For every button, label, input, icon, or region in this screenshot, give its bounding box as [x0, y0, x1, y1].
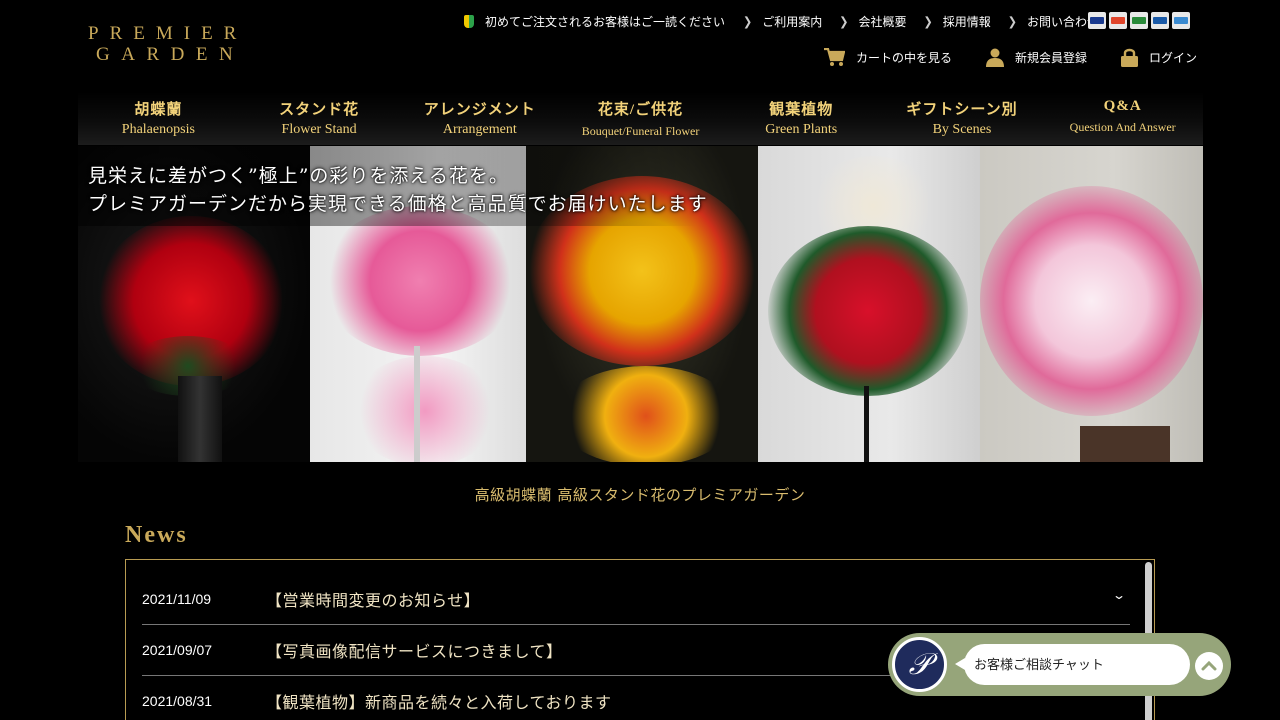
visa-card-mark — [1090, 17, 1104, 24]
chat-label[interactable]: お客様ご相談チャット — [955, 644, 1190, 685]
nav-green-plants[interactable]: 観葉植物 Green Plants — [721, 92, 882, 145]
cart-link[interactable]: カートの中を見る — [824, 47, 953, 67]
login-link[interactable]: ログイン — [1121, 47, 1197, 67]
diners-card-mark — [1153, 17, 1167, 24]
hero-copy-line1: 見栄えに差がつく”極上”の彩りを添える花を。 — [88, 165, 509, 187]
chevron-right-icon: ❯ — [923, 15, 933, 29]
nav-flower-stand[interactable]: スタンド花 Flower Stand — [239, 92, 400, 145]
chat-widget[interactable]: 𝒫 お客様ご相談チャット — [888, 633, 1231, 696]
contact-link[interactable]: ❯ お問い合わせ — [1008, 13, 1099, 30]
nav-label-jp: アレンジメント — [423, 102, 536, 118]
logo-line2: GARDEN — [96, 44, 245, 65]
jcb-card-icon — [1130, 12, 1148, 29]
chevron-right-icon: ❯ — [839, 15, 849, 29]
cart-link-label: カートの中を見る — [856, 50, 953, 65]
red-pampas-stand-image — [758, 146, 980, 462]
mastercard-card-mark — [1111, 17, 1125, 24]
login-link-label: ログイン — [1149, 50, 1198, 65]
guide-link-label: ご利用案内 — [762, 15, 823, 29]
payment-cards — [1088, 12, 1190, 29]
lock-icon — [1121, 48, 1139, 67]
hero-banner[interactable]: 見栄えに差がつく”極上”の彩りを添える花を。 プレミアガーデンだから実現できる価… — [78, 146, 1203, 462]
white-phalaenopsis-image — [980, 146, 1203, 462]
amex-card-mark — [1174, 17, 1188, 24]
cart-icon — [824, 47, 845, 66]
nav-bouquet[interactable]: 花束/ご供花 Bouquet/Funeral Flower — [560, 92, 721, 145]
top-utility-links: 初めてご注文されるお客様はご一読ください ❯ ご利用案内 ❯ 会社概要 ❯ 採用情報 … — [464, 13, 1116, 30]
register-link-label: 新規会員登録 — [1015, 50, 1088, 65]
nav-label-en: Phalaenopsis — [121, 122, 195, 137]
nav-label-jp: 花束/ご供花 — [597, 102, 684, 118]
nav-label-jp: 胡蝶蘭 — [134, 102, 183, 118]
main-nav: 胡蝶蘭 Phalaenopsis スタンド花 Flower Stand アレンジ… — [78, 92, 1203, 145]
nav-phalaenopsis[interactable]: 胡蝶蘭 Phalaenopsis — [78, 92, 239, 145]
chat-logo-icon: 𝒫 — [892, 637, 947, 692]
nav-label-en: Bouquet/Funeral Flower — [581, 124, 700, 138]
chevron-up-glyph — [1201, 661, 1217, 671]
nav-label-jp: ギフトシーン別 — [906, 102, 1018, 118]
chevron-up-icon[interactable] — [1195, 652, 1223, 680]
news-headline: 【観葉植物】新商品を続々と入荷しております — [266, 695, 612, 712]
beginner-guide-link[interactable]: 初めてご注文されるお客様はご一読ください — [464, 13, 725, 30]
recruit-link-label: 採用情報 — [942, 15, 991, 29]
diners-card-icon — [1151, 12, 1169, 29]
news-date: 2021/09/07 — [142, 642, 213, 658]
news-date: 2021/08/31 — [142, 693, 213, 709]
recruit-link[interactable]: ❯ 採用情報 — [923, 13, 990, 30]
hero-copy: 見栄えに差がつく”極上”の彩りを添える花を。 プレミアガーデンだから実現できる価… — [88, 162, 708, 218]
chevron-right-icon: ❯ — [1007, 15, 1017, 29]
news-date: 2021/11/09 — [142, 591, 212, 607]
nav-by-scenes[interactable]: ギフトシーン別 By Scenes — [882, 92, 1043, 145]
nav-label-en: Green Plants — [765, 122, 838, 137]
visa-card-icon — [1088, 12, 1106, 29]
beginner-guide-label: 初めてご注文されるお客様はご一読ください — [485, 15, 726, 29]
chevron-right-icon: ❯ — [743, 15, 753, 29]
company-link-label: 会社概要 — [858, 15, 907, 29]
nav-label-en: Flower Stand — [281, 122, 357, 137]
account-nav: カートの中を見る 新規会員登録 ログイン — [824, 47, 1197, 67]
nav-label-jp: Q&A — [1103, 98, 1142, 114]
user-icon — [986, 48, 1005, 67]
news-item[interactable]: 2021/11/09 【営業時間変更のお知らせ】 ⌄ — [142, 574, 1130, 625]
nav-label-en: By Scenes — [932, 122, 992, 137]
news-heading: News — [125, 522, 188, 548]
hero-copy-line2: プレミアガーデンだから実現できる価格と高品質でお届けいたします — [88, 193, 708, 215]
logo-line1: PREMIER — [88, 23, 248, 44]
site-tagline: 高級胡蝶蘭 高級スタンド花のプレミアガーデン — [474, 486, 806, 504]
nav-label-jp: スタンド花 — [279, 102, 360, 118]
mastercard-card-icon — [1109, 12, 1127, 29]
chevron-down-icon[interactable]: ⌄ — [1112, 588, 1126, 602]
nav-label-en: Arrangement — [442, 122, 517, 137]
company-link[interactable]: ❯ 会社概要 — [839, 13, 906, 30]
nav-label-en: Question And Answer — [1069, 120, 1176, 134]
nav-arrangement[interactable]: アレンジメント Arrangement — [399, 92, 560, 145]
site-logo[interactable]: PREMIER GARDEN — [88, 24, 247, 64]
amex-card-icon — [1172, 12, 1190, 29]
jcb-card-mark — [1132, 17, 1146, 24]
nav-qa[interactable]: Q&A Question And Answer — [1042, 92, 1203, 145]
news-headline: 【写真画像配信サービスにつきまして】 — [266, 644, 563, 661]
news-headline: 【営業時間変更のお知らせ】 — [266, 593, 481, 610]
nav-label-jp: 観葉植物 — [769, 102, 834, 118]
guide-link[interactable]: ❯ ご利用案内 — [743, 13, 822, 30]
beginner-mark-icon — [464, 15, 474, 28]
register-link[interactable]: 新規会員登録 — [986, 48, 1087, 67]
